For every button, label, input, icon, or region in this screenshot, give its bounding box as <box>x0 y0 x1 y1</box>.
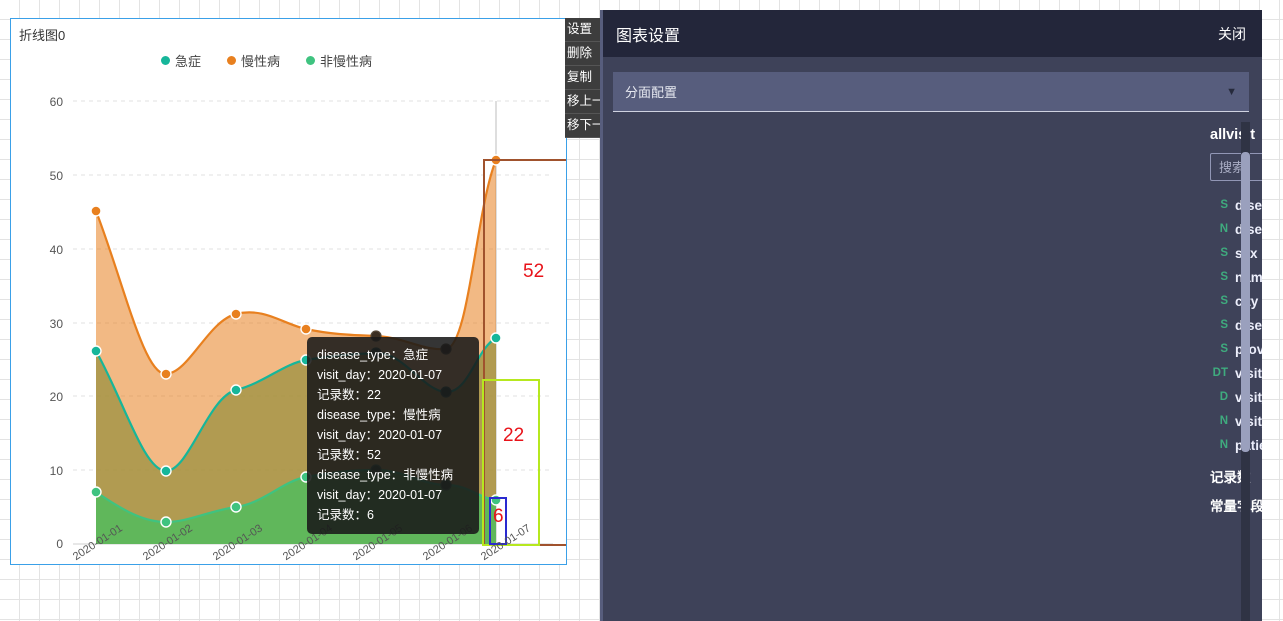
context-menu-item-copy[interactable]: 复制 <box>565 66 600 90</box>
close-button[interactable]: 关闭 <box>1218 24 1246 44</box>
field-type-icon: S <box>1220 343 1228 355</box>
tooltip-line: 记录数：22 <box>317 388 381 402</box>
tooltip-line: 记录数：52 <box>317 448 381 462</box>
field-type-icon: S <box>1220 319 1228 331</box>
field-item-constant-field[interactable]: 常量字段 <box>1210 495 1262 515</box>
chart-card[interactable]: 折线图0 急症 慢性病 非慢性病 60 50 40 30 20 10 0 52 … <box>10 18 567 565</box>
tooltip-line: visit_day：2020-01-07 <box>317 488 443 502</box>
dataset-field-pane: allvisit S disease_name N disease_id S s… <box>1210 125 1262 621</box>
facet-config-dropdown[interactable]: 分面配置 ▼ <box>613 72 1249 112</box>
field-item-visit_time[interactable]: DT visit_time <box>1210 361 1262 385</box>
panel-scrollbar-thumb[interactable] <box>1241 152 1250 452</box>
dataset-header: allvisit <box>1210 125 1262 145</box>
field-item-sex[interactable]: S sex <box>1210 241 1262 265</box>
context-menu-item-move-up[interactable]: 移上一 <box>565 90 600 114</box>
facet-config-label: 分面配置 <box>625 85 678 100</box>
field-type-icon: D <box>1219 391 1228 403</box>
field-type-icon: N <box>1219 439 1228 451</box>
chart-context-menu: 设置 删除 复制 移上一 移下一 <box>565 18 601 138</box>
field-item-disease_name[interactable]: S disease_name <box>1210 193 1262 217</box>
field-item-disease_type[interactable]: S disease_type <box>1210 313 1262 337</box>
context-menu-item-settings[interactable]: 设置 <box>565 18 600 42</box>
tooltip-line: visit_day：2020-01-07 <box>317 368 443 382</box>
field-type-icon: DT <box>1212 367 1228 379</box>
field-list: S disease_name N disease_id S sex S name… <box>1210 193 1262 457</box>
field-item-visit_day[interactable]: D visit_day <box>1210 385 1262 409</box>
field-type-icon: S <box>1220 295 1228 307</box>
panel-left-edge <box>600 10 603 621</box>
field-item-disease_id[interactable]: N disease_id <box>1210 217 1262 241</box>
field-item-patient_id[interactable]: N patient_id <box>1210 433 1262 457</box>
field-item-record-count[interactable]: 记录数 <box>1210 466 1262 486</box>
tooltip-line: disease_type：慢性病 <box>317 408 441 422</box>
annotation-value-52: 52 <box>523 261 545 282</box>
field-item-province[interactable]: S province <box>1210 337 1262 361</box>
search-input[interactable] <box>1210 153 1262 181</box>
field-type-icon: S <box>1220 247 1228 259</box>
tooltip-line: visit_day：2020-01-07 <box>317 428 443 442</box>
chart-settings-panel: 图表设置 关闭 分面配置 ▼ allvisit S disease_name N <box>600 10 1262 621</box>
panel-title: 图表设置 <box>616 27 681 45</box>
annotation-value-6: 6 <box>493 506 504 527</box>
panel-scrollbar-track[interactable] <box>1241 122 1250 621</box>
context-menu-item-move-down[interactable]: 移下一 <box>565 114 600 138</box>
tooltip-line: 记录数：6 <box>317 508 374 522</box>
field-type-icon: S <box>1220 199 1228 211</box>
field-type-icon: N <box>1219 223 1228 235</box>
field-item-city[interactable]: S city <box>1210 289 1262 313</box>
chart-plot-area: 60 50 40 30 20 10 0 52 22 6 2020-01-01 2… <box>11 19 566 565</box>
context-menu-item-delete[interactable]: 删除 <box>565 42 600 66</box>
download-image-button[interactable]: 下载图片 <box>499 564 551 565</box>
annotation-value-22: 22 <box>503 425 525 446</box>
tooltip-line: disease_type：急症 <box>317 348 429 362</box>
field-type-icon: N <box>1219 415 1228 427</box>
panel-header: 图表设置 关闭 <box>600 10 1262 57</box>
field-type-icon: S <box>1220 271 1228 283</box>
field-item-visit_id[interactable]: N visit_id <box>1210 409 1262 433</box>
field-item-name[interactable]: S name <box>1210 265 1262 289</box>
chart-tooltip: disease_type：急症 visit_day：2020-01-07 记录数… <box>307 337 479 534</box>
tooltip-line: disease_type：非慢性病 <box>317 468 454 482</box>
chevron-down-icon: ▼ <box>1226 85 1237 98</box>
